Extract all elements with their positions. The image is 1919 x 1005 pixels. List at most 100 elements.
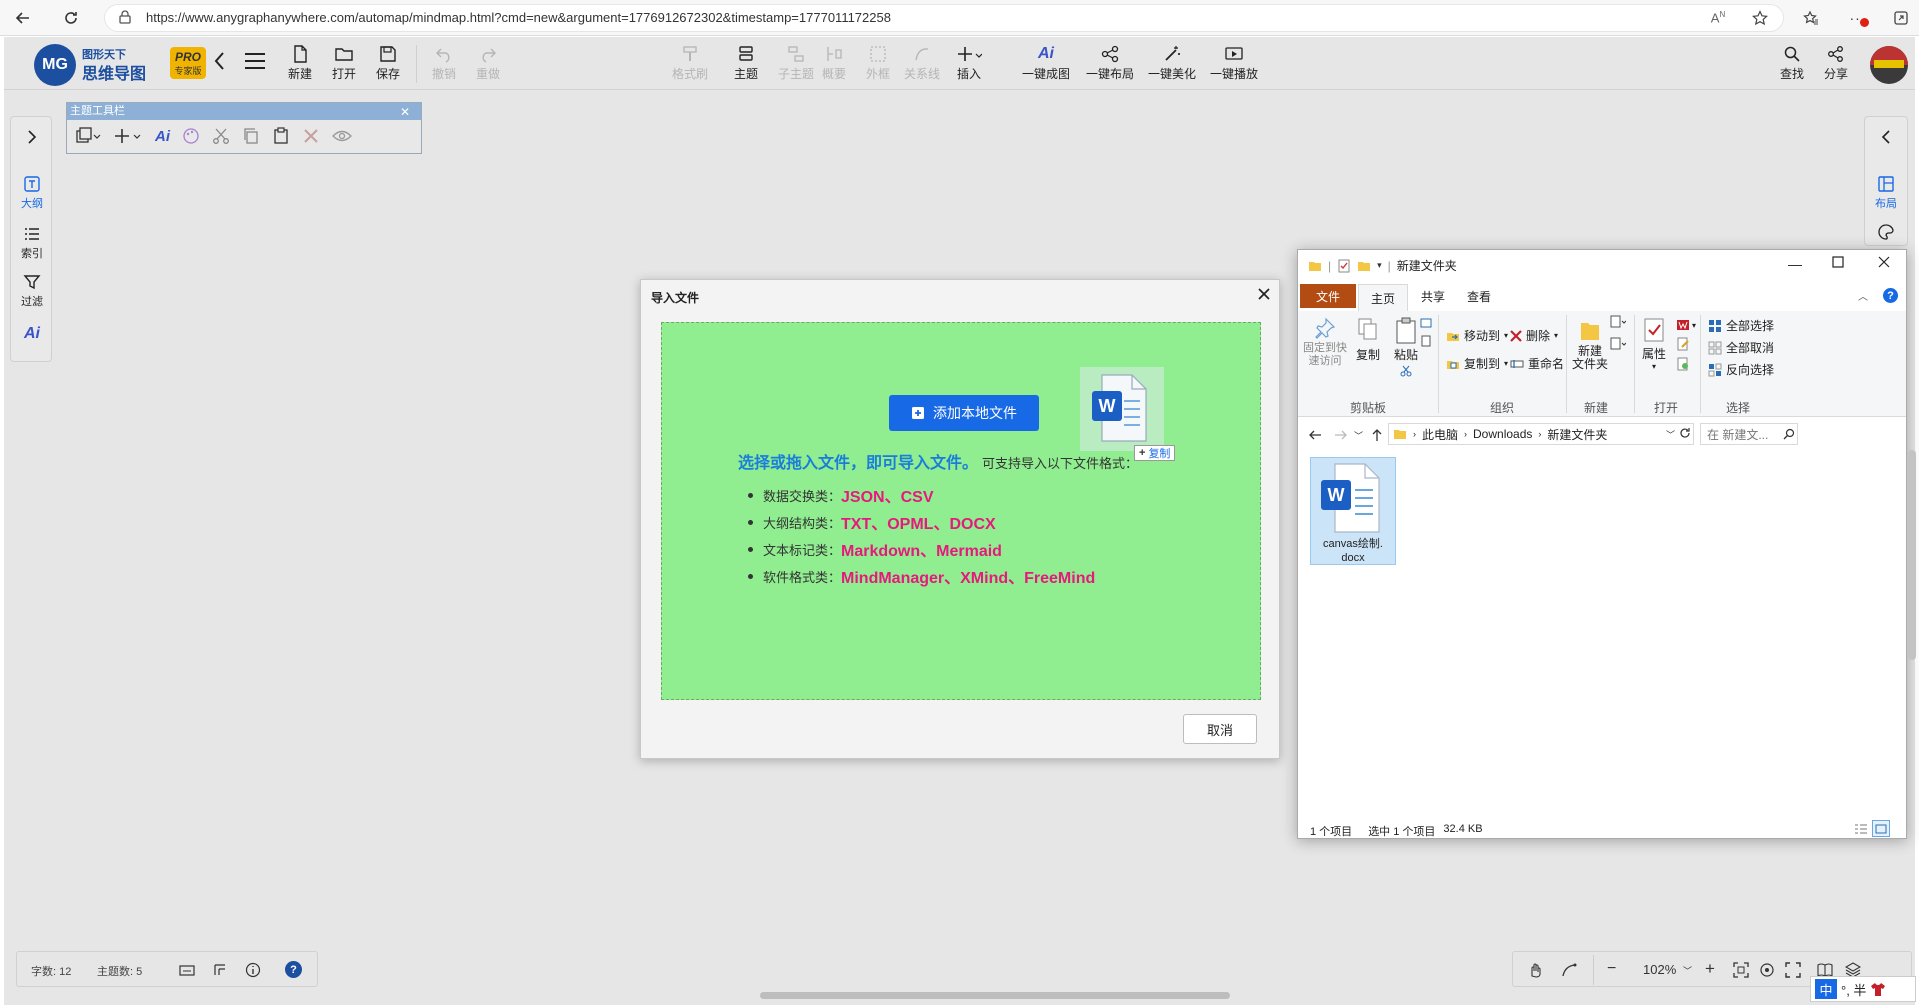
ai-beautify-button[interactable]: 一键美化 [1148, 45, 1196, 85]
boundary-button[interactable]: 外框 [866, 45, 890, 85]
redo-button[interactable]: 重做 [476, 45, 500, 85]
share-button[interactable]: 分享 [1824, 45, 1848, 85]
zoom-level[interactable]: 102% [1643, 962, 1676, 977]
copy-path-icon[interactable] [1420, 317, 1432, 329]
extensions-icon[interactable] [1886, 3, 1916, 33]
ribbon-collapse-icon[interactable]: ︿ [1858, 288, 1868, 303]
hand-tool-icon[interactable] [1527, 962, 1543, 978]
copy-to-button[interactable]: 复制到 ▾ [1446, 355, 1508, 372]
zoom-in-icon[interactable]: + [1705, 959, 1715, 979]
ime-punct[interactable]: °, 半 [1841, 980, 1866, 999]
topic-button[interactable]: 主题 [734, 45, 758, 85]
select-none-button[interactable]: 全部取消 [1708, 339, 1774, 356]
horizontal-scrollbar[interactable] [760, 992, 1230, 999]
expand-chevron-icon[interactable] [11, 129, 53, 145]
back-icon[interactable] [8, 3, 38, 33]
collapse-chevron-icon[interactable] [212, 50, 228, 72]
address-path[interactable]: › 此电脑 › Downloads › 新建文件夹 [1388, 423, 1694, 445]
fit-screen-icon[interactable] [1733, 962, 1749, 978]
edit-icon[interactable] [1676, 337, 1696, 351]
maximize-icon[interactable] [1832, 256, 1844, 268]
undo-button[interactable]: 撤销 [432, 45, 456, 85]
menu-icon[interactable] [244, 52, 266, 70]
connector-tool-icon[interactable] [1561, 962, 1577, 978]
recent-locations-icon[interactable]: ﹀ [1354, 429, 1363, 442]
properties-check-icon[interactable] [1337, 259, 1351, 273]
index-tab[interactable]: 索引 [11, 225, 53, 261]
ime-mode[interactable]: 中 [1815, 979, 1837, 999]
nav-up-icon[interactable] [1370, 428, 1384, 442]
new-item-icon[interactable] [1610, 315, 1626, 329]
theme-palette-tab[interactable] [1865, 223, 1907, 241]
copy-style-icon[interactable] [75, 127, 101, 145]
subtopic-button[interactable]: 子主题 [778, 45, 814, 85]
cancel-button[interactable]: 取消 [1183, 714, 1257, 744]
nav-forward-icon[interactable] [1334, 428, 1348, 442]
find-button[interactable]: 查找 [1780, 45, 1804, 85]
help-icon[interactable]: ? [285, 961, 302, 978]
outline-tab[interactable]: 大纲 [11, 175, 53, 211]
details-view-icon[interactable] [1854, 822, 1868, 836]
more-icon[interactable]: ··· [1843, 3, 1873, 33]
ai-play-button[interactable]: 一键播放 [1210, 45, 1258, 85]
structure-icon[interactable] [213, 963, 227, 977]
path-segment[interactable]: Downloads [1473, 427, 1532, 441]
insert-button[interactable]: 插入 [956, 45, 982, 85]
read-aloud-icon[interactable]: AN [1703, 3, 1733, 33]
delete-icon[interactable] [302, 127, 320, 145]
copy-button[interactable]: 复制 [1350, 317, 1386, 363]
tab-home[interactable]: 主页 [1358, 284, 1408, 311]
collapse-right-chevron-icon[interactable] [1865, 129, 1907, 145]
keyboard-icon[interactable] [179, 963, 195, 977]
shirt-icon[interactable] [1870, 981, 1886, 997]
path-dropdown-icon[interactable]: ﹀ [1666, 428, 1675, 441]
refresh-icon[interactable] [56, 3, 86, 33]
file-item[interactable]: W canvas绘制. docx [1310, 457, 1396, 565]
layout-tab[interactable]: 布局 [1865, 175, 1907, 211]
refresh-folder-icon[interactable] [1679, 427, 1691, 439]
center-icon[interactable] [1759, 962, 1775, 978]
drop-zone[interactable]: 添加本地文件 W + 复制 选择或拖入文件，即可导入文件。 可支持导入以下文件格式… [661, 322, 1261, 700]
easy-access-icon[interactable] [1610, 337, 1626, 351]
tab-share[interactable]: 共享 [1410, 284, 1456, 308]
window-close-icon[interactable] [1878, 256, 1890, 268]
move-to-button[interactable]: 移动到 ▾ [1446, 327, 1508, 344]
favorites-icon[interactable] [1796, 3, 1826, 33]
ai-icon[interactable]: Ai [155, 128, 170, 145]
relation-button[interactable]: 关系线 [904, 45, 940, 85]
copy-icon[interactable] [242, 127, 260, 145]
cut-icon[interactable] [212, 127, 230, 145]
path-segment[interactable]: 新建文件夹 [1547, 426, 1607, 443]
dialog-close-icon[interactable] [1257, 287, 1271, 301]
theme-toolbar-close-icon[interactable]: ✕ [400, 105, 410, 119]
zoom-dropdown-icon[interactable]: ﹀ [1683, 964, 1692, 977]
properties-button[interactable]: 属性 ▾ [1636, 317, 1672, 371]
history-icon[interactable] [1676, 357, 1696, 371]
filter-tab[interactable]: 过滤 [11, 273, 53, 309]
invert-selection-button[interactable]: 反向选择 [1708, 361, 1774, 378]
nav-back-icon[interactable] [1308, 428, 1322, 442]
minimize-icon[interactable]: — [1788, 256, 1802, 272]
paste-shortcut-icon[interactable] [1420, 335, 1432, 347]
help-icon[interactable]: ? [1883, 288, 1898, 303]
save-button[interactable]: 保存 [376, 45, 400, 85]
search-icon[interactable] [1783, 428, 1795, 440]
tab-view[interactable]: 查看 [1456, 284, 1502, 308]
open-with-icon[interactable]: ▾ [1676, 319, 1696, 331]
select-all-button[interactable]: 全部选择 [1708, 317, 1774, 334]
new-button[interactable]: 新建 [288, 45, 312, 85]
paste-icon[interactable] [272, 127, 290, 145]
pin-quick-access-button[interactable]: 固定到快 速访问 [1303, 317, 1347, 368]
fullscreen-icon[interactable] [1785, 962, 1801, 978]
qat-dropdown-icon[interactable]: ▾ [1377, 260, 1382, 271]
large-icons-view-icon[interactable] [1872, 820, 1890, 837]
rename-button[interactable]: 重命名 [1510, 355, 1564, 372]
summary-button[interactable]: 概要 [822, 45, 846, 85]
eye-icon[interactable] [332, 127, 352, 145]
palette-icon[interactable] [182, 127, 200, 145]
tab-file[interactable]: 文件 [1300, 284, 1356, 308]
zoom-out-icon[interactable]: − [1607, 960, 1616, 978]
new-folder-small-icon[interactable] [1357, 259, 1371, 273]
ime-indicator[interactable]: 中 °, 半 [1810, 976, 1916, 1002]
add-local-file-button[interactable]: 添加本地文件 [889, 395, 1039, 431]
